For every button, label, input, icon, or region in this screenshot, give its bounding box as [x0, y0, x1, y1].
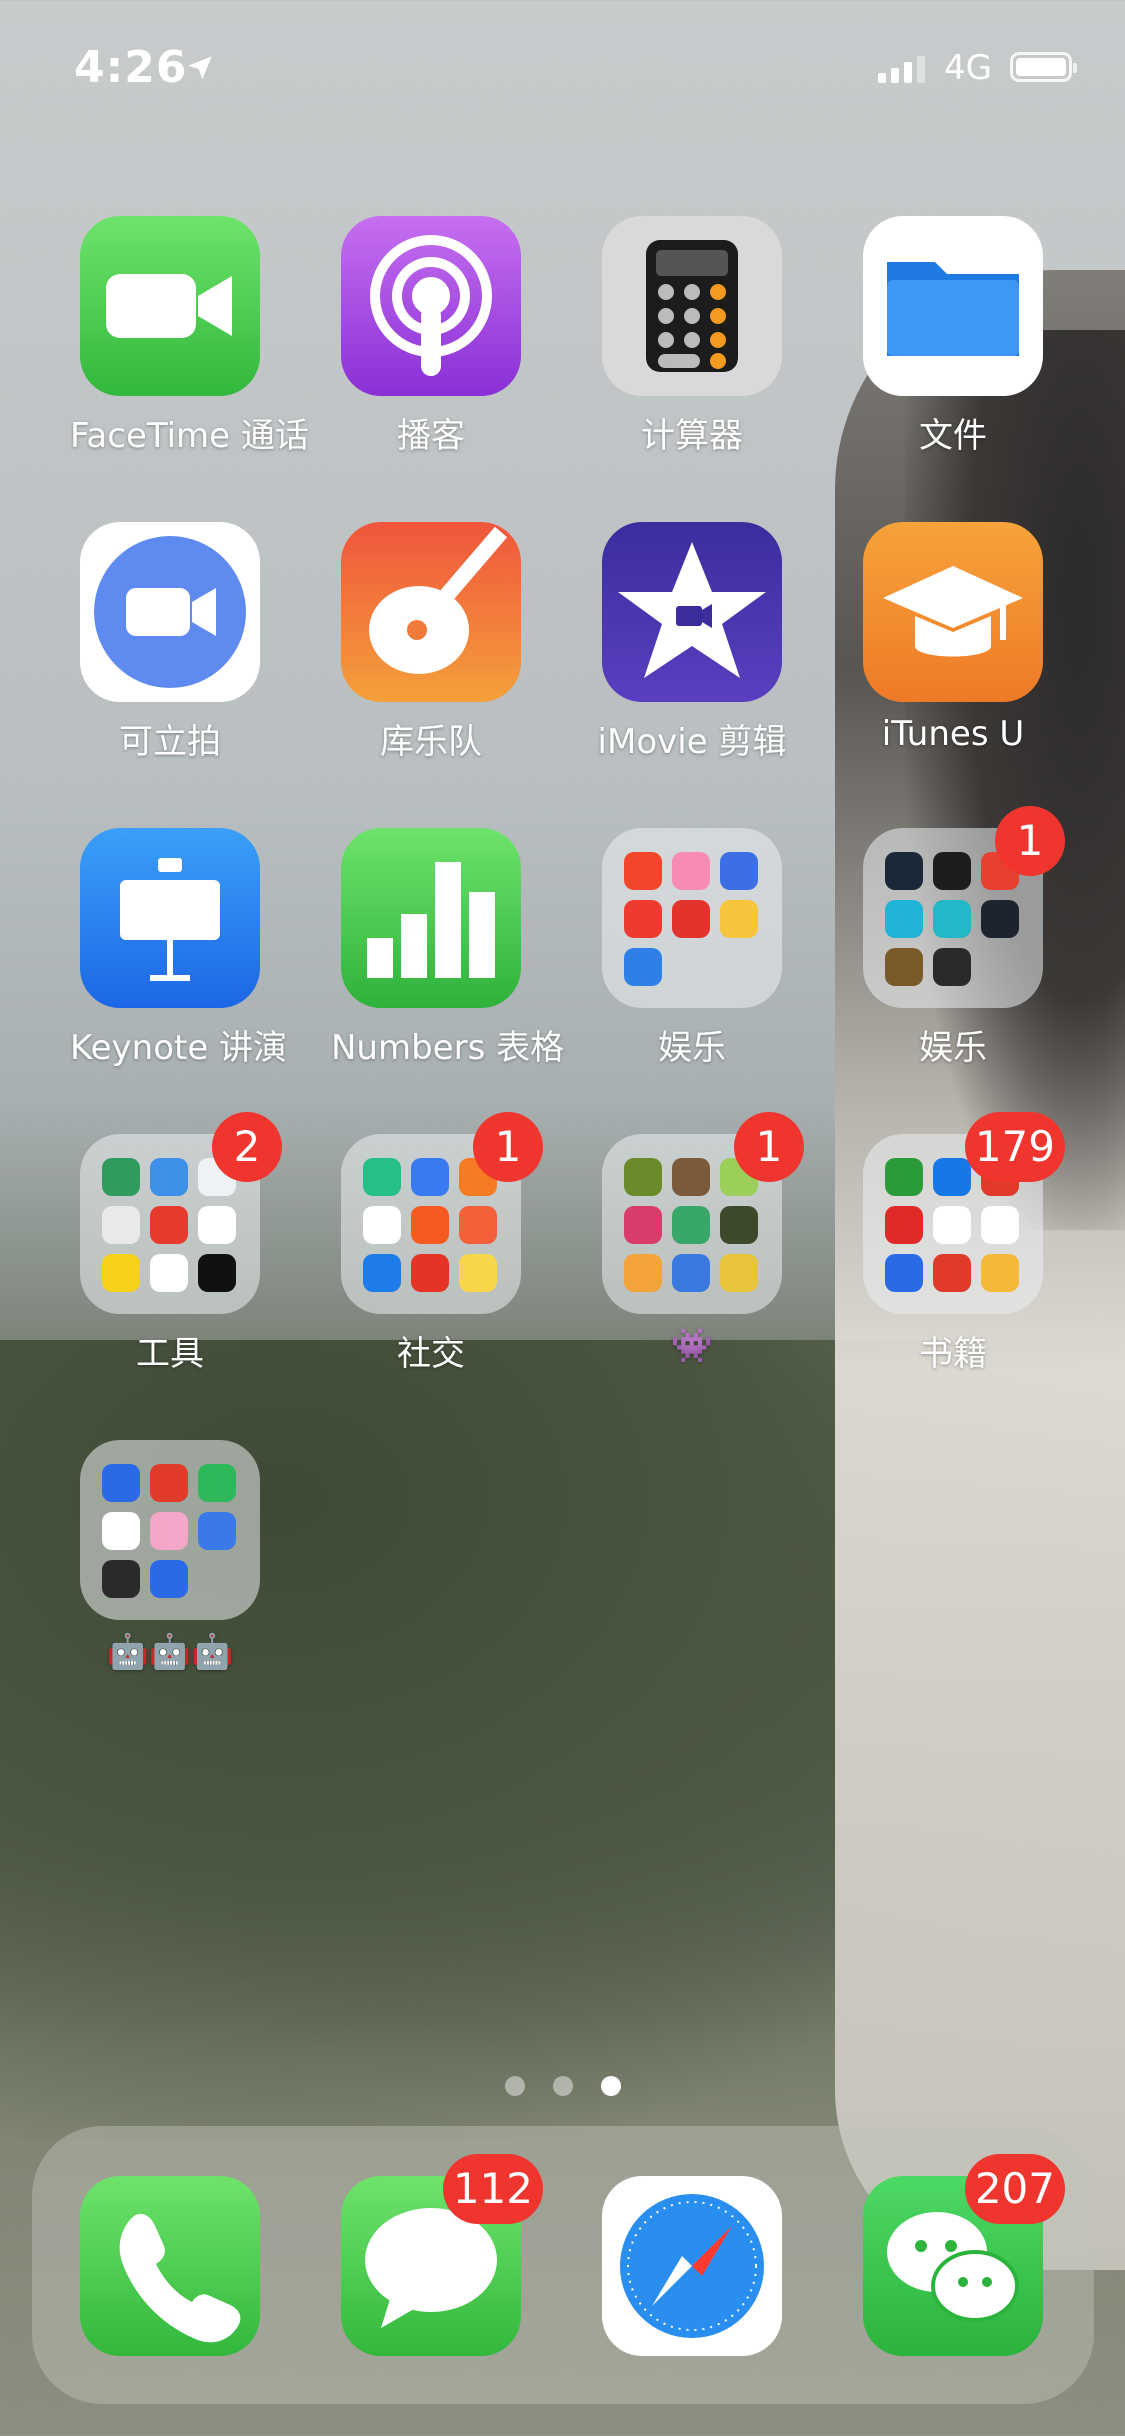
files-icon — [863, 216, 1043, 396]
folder-icon: 179 — [863, 1112, 1065, 1314]
folder-label: 社交 — [397, 1334, 465, 1374]
dock-app-messages[interactable]: 112 — [331, 2154, 543, 2356]
clips-icon — [80, 522, 260, 702]
app-podcasts[interactable]: 播客 — [331, 216, 531, 457]
app-keynote[interactable]: Keynote 讲演 — [70, 828, 288, 1069]
wallpaper-hair — [905, 330, 1125, 1230]
folder-label: 工具 — [136, 1334, 204, 1374]
app-label: iMovie 剪辑 — [597, 722, 787, 762]
folder-label: 娱乐 — [658, 1028, 726, 1068]
status-time: 4:26 — [74, 42, 188, 93]
wechat-icon: 207 — [863, 2154, 1065, 2356]
notification-badge: 112 — [442, 2154, 543, 2224]
folder-icon: 1 — [341, 1112, 543, 1314]
dock-app-wechat[interactable]: 207 — [853, 2154, 1065, 2356]
folder-icon: 2 — [80, 1112, 282, 1314]
app-label: 库乐队 — [380, 722, 482, 762]
folder-icon — [602, 828, 782, 1008]
app-label: iTunes U — [881, 714, 1025, 754]
folder-tools[interactable]: 2 工具 — [70, 1112, 282, 1375]
itunes-u-icon — [863, 522, 1043, 702]
app-itunes-u[interactable]: iTunes U — [853, 522, 1053, 754]
calculator-icon — [602, 216, 782, 396]
cellular-signal-icon — [878, 56, 925, 83]
network-type: 4G — [944, 48, 992, 88]
page-dot[interactable] — [552, 2076, 573, 2096]
folder-icon: 1 — [863, 806, 1065, 1008]
folder-label: 娱乐 — [919, 1028, 987, 1068]
keynote-icon — [80, 828, 260, 1008]
dock-app-safari[interactable] — [592, 2176, 792, 2356]
folder-label: 👾 — [670, 1326, 714, 1366]
folder-entertainment-1[interactable]: 娱乐 — [592, 828, 792, 1069]
folder-entertainment-2[interactable]: 1 娱乐 — [853, 806, 1065, 1069]
page-indicator[interactable] — [0, 2076, 1125, 2096]
app-garageband[interactable]: 库乐队 — [331, 522, 531, 763]
app-imovie[interactable]: iMovie 剪辑 — [592, 522, 792, 763]
app-calculator[interactable]: 计算器 — [592, 216, 792, 457]
app-label: 播客 — [397, 416, 465, 456]
folder-robots[interactable]: 🤖🤖🤖 — [70, 1440, 270, 1672]
notification-badge: 179 — [964, 1112, 1065, 1182]
garageband-icon — [341, 522, 521, 702]
app-files[interactable]: 文件 — [853, 216, 1053, 457]
app-facetime[interactable]: FaceTime 通话 — [70, 216, 309, 457]
safari-icon — [602, 2176, 782, 2356]
battery-icon — [1010, 52, 1077, 82]
app-label: Keynote 讲演 — [70, 1028, 288, 1068]
dock-app-phone[interactable] — [70, 2176, 270, 2356]
folder-icon — [80, 1440, 260, 1620]
podcasts-icon — [341, 216, 521, 396]
app-label: 文件 — [919, 416, 987, 456]
phone-icon — [80, 2176, 260, 2356]
notification-badge: 207 — [964, 2154, 1065, 2224]
folder-label: 🤖🤖🤖 — [106, 1632, 234, 1672]
imovie-icon — [602, 522, 782, 702]
notification-badge: 1 — [734, 1112, 804, 1182]
page-dot[interactable] — [504, 2076, 525, 2096]
page-dot-active[interactable] — [600, 2076, 621, 2096]
folder-icon: 1 — [602, 1112, 804, 1314]
notification-badge: 1 — [995, 806, 1065, 876]
folder-games[interactable]: 1 👾 — [592, 1112, 804, 1366]
folder-social[interactable]: 1 社交 — [331, 1112, 543, 1375]
app-clips[interactable]: 可立拍 — [70, 522, 270, 763]
status-bar: 4:26 4G — [0, 0, 1125, 140]
folder-label: 书籍 — [919, 1334, 987, 1374]
notification-badge: 1 — [473, 1112, 543, 1182]
folder-books[interactable]: 179 书籍 — [853, 1112, 1065, 1375]
numbers-icon — [341, 828, 521, 1008]
notification-badge: 2 — [212, 1112, 282, 1182]
app-numbers[interactable]: Numbers 表格 — [331, 828, 565, 1069]
app-label: 可立拍 — [119, 722, 221, 762]
messages-icon: 112 — [341, 2154, 543, 2356]
location-arrow-icon — [188, 56, 212, 80]
facetime-icon — [80, 216, 260, 396]
app-label: 计算器 — [641, 416, 743, 456]
app-label: Numbers 表格 — [331, 1028, 565, 1068]
app-label: FaceTime 通话 — [70, 416, 309, 456]
